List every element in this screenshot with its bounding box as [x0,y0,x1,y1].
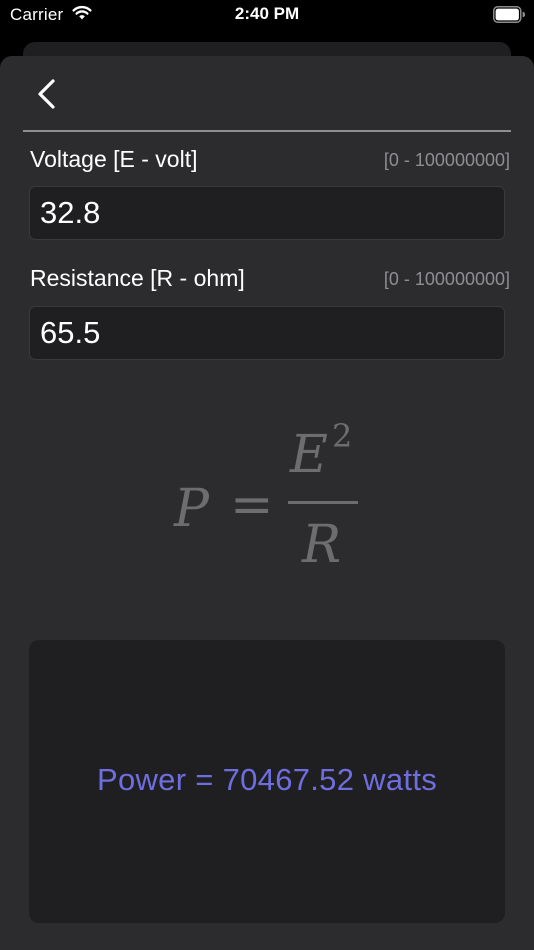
battery-icon [493,6,525,23]
voltage-input[interactable] [29,186,505,240]
formula-numerator: E [290,425,328,485]
formula-denominator: R [302,515,342,575]
formula-fraction-bar [288,501,358,504]
resistance-label: Resistance [R - ohm] [30,265,245,291]
status-bar: Carrier 2:40 PM [0,0,534,32]
resistance-input[interactable] [29,306,505,360]
formula-power-symbol: P [174,479,209,539]
result-panel: Power = 70467.52 watts [29,640,505,923]
chevron-left-icon [38,79,55,109]
status-time: 2:40 PM [234,4,300,23]
formula-equals: = [230,475,274,535]
formula-exponent: 2 [332,417,353,455]
header-divider [23,130,511,132]
voltage-label: Voltage [E - volt] [30,146,198,172]
power-result: Power = 70467.52 watts [96,762,438,797]
resistance-range: [0 - 100000000] [383,269,510,289]
app-screen: Carrier 2:40 PM Voltage [E - volt] [0 - … [0,0,534,950]
back-button[interactable] [30,76,64,112]
power-formula: P = E 2 R [170,415,370,580]
voltage-range: [0 - 100000000] [383,150,510,170]
